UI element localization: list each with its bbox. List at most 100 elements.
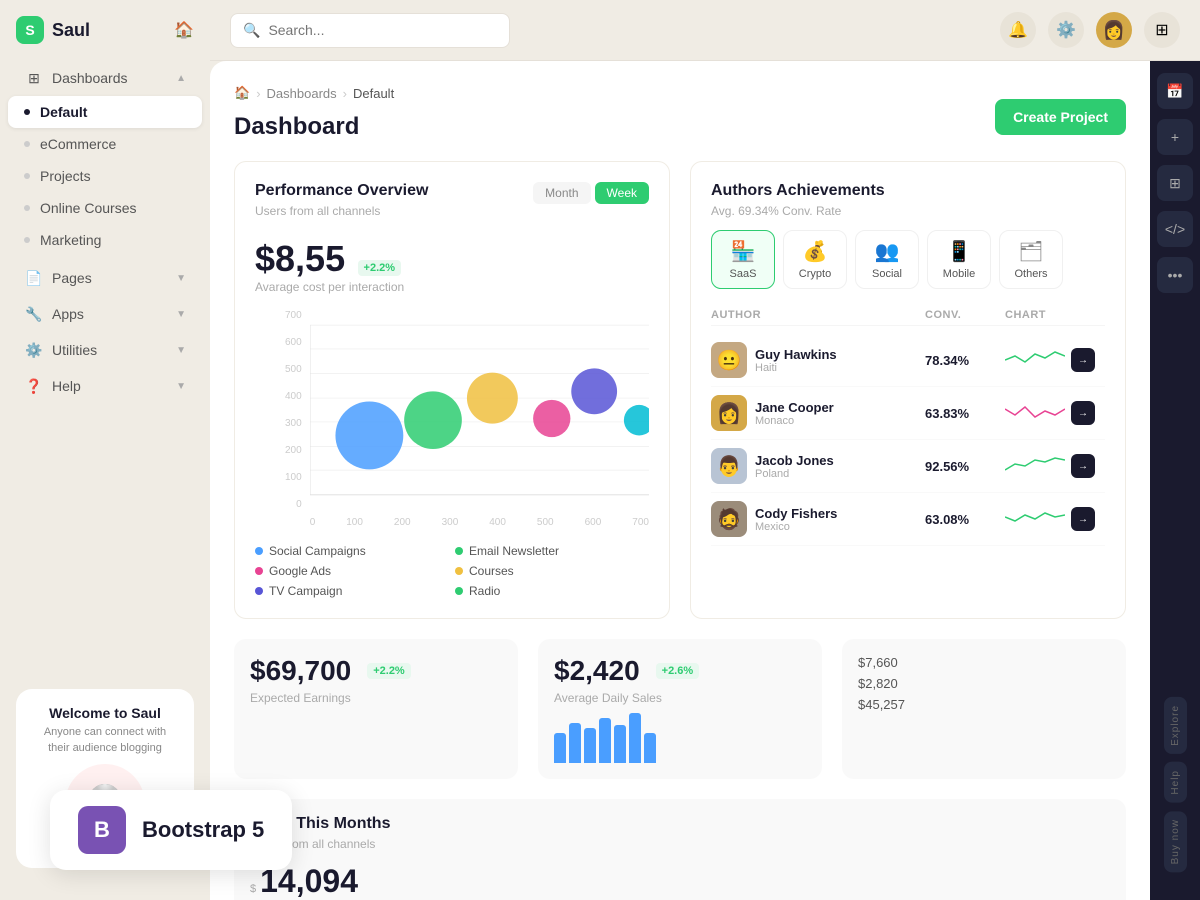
chart-area: 700 600 500 400 300 200 100 0: [285, 310, 649, 528]
author-info-2: 👩 Jane Cooper Monaco: [711, 395, 925, 431]
sidebar-item-default[interactable]: Default: [8, 96, 202, 128]
notifications-icon[interactable]: 🔔: [1000, 12, 1036, 48]
author-name-3: Jacob Jones: [755, 453, 834, 468]
bar: [644, 733, 656, 763]
bootstrap-text: Bootstrap 5: [142, 817, 264, 843]
sidebar-label-ecommerce: eCommerce: [40, 136, 116, 152]
performance-card: Performance Overview Users from all chan…: [234, 161, 670, 619]
utilities-icon: ⚙️: [24, 340, 44, 360]
tab-week-btn[interactable]: Week: [595, 182, 649, 204]
daily-sales-value: $2,420: [554, 655, 640, 687]
tab-others[interactable]: 🗂 Others: [999, 230, 1063, 289]
table-row: 👩 Jane Cooper Monaco 63.83%: [711, 387, 1105, 440]
sidebar-item-utilities[interactable]: ⚙️ Utilities ▼: [8, 332, 202, 368]
page-title: Dashboard: [234, 113, 359, 141]
conv-rate-3: 92.56%: [925, 459, 1005, 474]
table-header: AUTHOR CONV. CHART: [711, 305, 1105, 326]
view-btn-4[interactable]: →: [1071, 507, 1095, 531]
breadcrumb-nav: 🏠 › Dashboards › Default: [234, 85, 1126, 101]
sidebar-label-online-courses: Online Courses: [40, 200, 137, 216]
explore-btn[interactable]: Explore: [1164, 697, 1187, 754]
chevron-help-icon: ▼: [176, 381, 186, 392]
sidebar-item-marketing[interactable]: Marketing: [8, 224, 202, 256]
search-input[interactable]: [268, 22, 497, 38]
nav-dashboards: ⊞ Dashboards ▲ Default eCommerce Project…: [0, 60, 210, 256]
welcome-subtitle: Anyone can connect with their audience b…: [32, 725, 178, 756]
buy-now-btn[interactable]: Buy now: [1164, 811, 1187, 872]
sidebar: S Saul 🏠 ⊞ Dashboards ▲ Default eCommerc…: [0, 0, 210, 900]
settings-icon[interactable]: ⚙️: [1048, 12, 1084, 48]
bootstrap-icon: B: [78, 806, 126, 854]
author-name-2: Jane Cooper: [755, 400, 834, 415]
perf-header: Performance Overview Users from all chan…: [255, 182, 649, 230]
avatar-guy: 😐: [711, 342, 747, 378]
breadcrumb-home-icon[interactable]: 🏠: [234, 85, 250, 101]
search-bar[interactable]: 🔍: [230, 13, 510, 48]
sidebar-item-online-courses[interactable]: Online Courses: [8, 192, 202, 224]
view-btn-1[interactable]: →: [1071, 348, 1095, 372]
breadcrumb-dashboards[interactable]: Dashboards: [267, 86, 337, 101]
tab-mobile[interactable]: 📱 Mobile: [927, 230, 991, 289]
right-panel: 📅 + ⊞ </> ••• Explore Help Buy now: [1150, 61, 1200, 900]
grid2-icon[interactable]: ⊞: [1157, 165, 1193, 201]
sidebar-label-help: Help: [52, 378, 81, 394]
code-icon[interactable]: </>: [1157, 211, 1193, 247]
authors-card: Authors Achievements Avg. 69.34% Conv. R…: [690, 161, 1126, 619]
authors-title: Authors Achievements: [711, 182, 1105, 200]
legend-label-social: Social Campaigns: [269, 544, 366, 558]
table-row: 😐 Guy Hawkins Haiti 78.34%: [711, 334, 1105, 387]
main-area: 🔍 🔔 ⚙️ 👩 ⊞ 🏠 › Dashboards › Default: [210, 0, 1200, 900]
legend-courses: Courses: [455, 564, 649, 578]
bootstrap-ad: B Bootstrap 5: [50, 790, 292, 870]
perf-title: Performance Overview: [255, 182, 428, 200]
author-country-3: Poland: [755, 468, 834, 480]
tab-saas[interactable]: 🏪 SaaS: [711, 230, 775, 289]
sidebar-label-utilities: Utilities: [52, 342, 97, 358]
author-info-1: 😐 Guy Hawkins Haiti: [711, 342, 925, 378]
sales-month-card: Sales This Months Users from all channel…: [234, 799, 1126, 900]
social-icon: 👥: [875, 239, 900, 264]
daily-sales-card: $2,420 +2.6% Average Daily Sales: [538, 639, 822, 779]
earnings-card: $69,700 +2.2% Expected Earnings: [234, 639, 518, 779]
sidebar-item-ecommerce[interactable]: eCommerce: [8, 128, 202, 160]
grid-icon[interactable]: ⊞: [1144, 12, 1180, 48]
sidebar-toggle-btn[interactable]: 🏠: [174, 20, 194, 40]
tab-social[interactable]: 👥 Social: [855, 230, 919, 289]
welcome-title: Welcome to Saul: [32, 705, 178, 721]
sidebar-item-apps[interactable]: 🔧 Apps ▼: [8, 296, 202, 332]
sidebar-label-marketing: Marketing: [40, 232, 101, 248]
dots-icon[interactable]: •••: [1157, 257, 1193, 293]
user-avatar[interactable]: 👩: [1096, 12, 1132, 48]
view-btn-3[interactable]: →: [1071, 454, 1095, 478]
help-btn[interactable]: Help: [1164, 762, 1187, 803]
tab-social-label: Social: [872, 268, 902, 280]
table-row: 👨 Jacob Jones Poland 92.56%: [711, 440, 1105, 493]
col-author: AUTHOR: [711, 309, 925, 321]
tab-month-btn[interactable]: Month: [533, 182, 590, 204]
sidebar-item-help[interactable]: ❓ Help ▼: [8, 368, 202, 404]
author-info-3: 👨 Jacob Jones Poland: [711, 448, 925, 484]
bar: [629, 713, 641, 763]
nav-dot-marketing: [24, 237, 30, 243]
tab-crypto-label: Crypto: [799, 268, 831, 280]
col-conv: CONV.: [925, 309, 1005, 321]
view-btn-2[interactable]: →: [1071, 401, 1095, 425]
sidebar-item-dashboards[interactable]: ⊞ Dashboards ▲: [8, 60, 202, 96]
sidebar-header: S Saul 🏠: [0, 16, 210, 60]
breadcrumb-sep1: ›: [256, 86, 260, 101]
sidebar-item-pages[interactable]: 📄 Pages ▼: [8, 260, 202, 296]
sidebar-item-projects[interactable]: Projects: [8, 160, 202, 192]
plus-icon[interactable]: +: [1157, 119, 1193, 155]
sidebar-label-projects: Projects: [40, 168, 91, 184]
sidebar-label-dashboards: Dashboards: [52, 70, 128, 86]
pages-icon: 📄: [24, 268, 44, 288]
create-project-button[interactable]: Create Project: [995, 99, 1126, 135]
calendar-icon[interactable]: 📅: [1157, 73, 1193, 109]
topbar: 🔍 🔔 ⚙️ 👩 ⊞: [210, 0, 1200, 61]
tab-crypto[interactable]: 💰 Crypto: [783, 230, 847, 289]
author-name-1: Guy Hawkins: [755, 347, 837, 362]
sidebar-values-card: $7,660 $2,820 $45,257: [842, 639, 1126, 779]
perf-tab-group: Month Week: [533, 182, 649, 204]
nav-pages-section: 📄 Pages ▼ 🔧 Apps ▼ ⚙️ Utilities ▼ ❓ Help: [0, 260, 210, 404]
legend-dot-social: [255, 547, 263, 555]
